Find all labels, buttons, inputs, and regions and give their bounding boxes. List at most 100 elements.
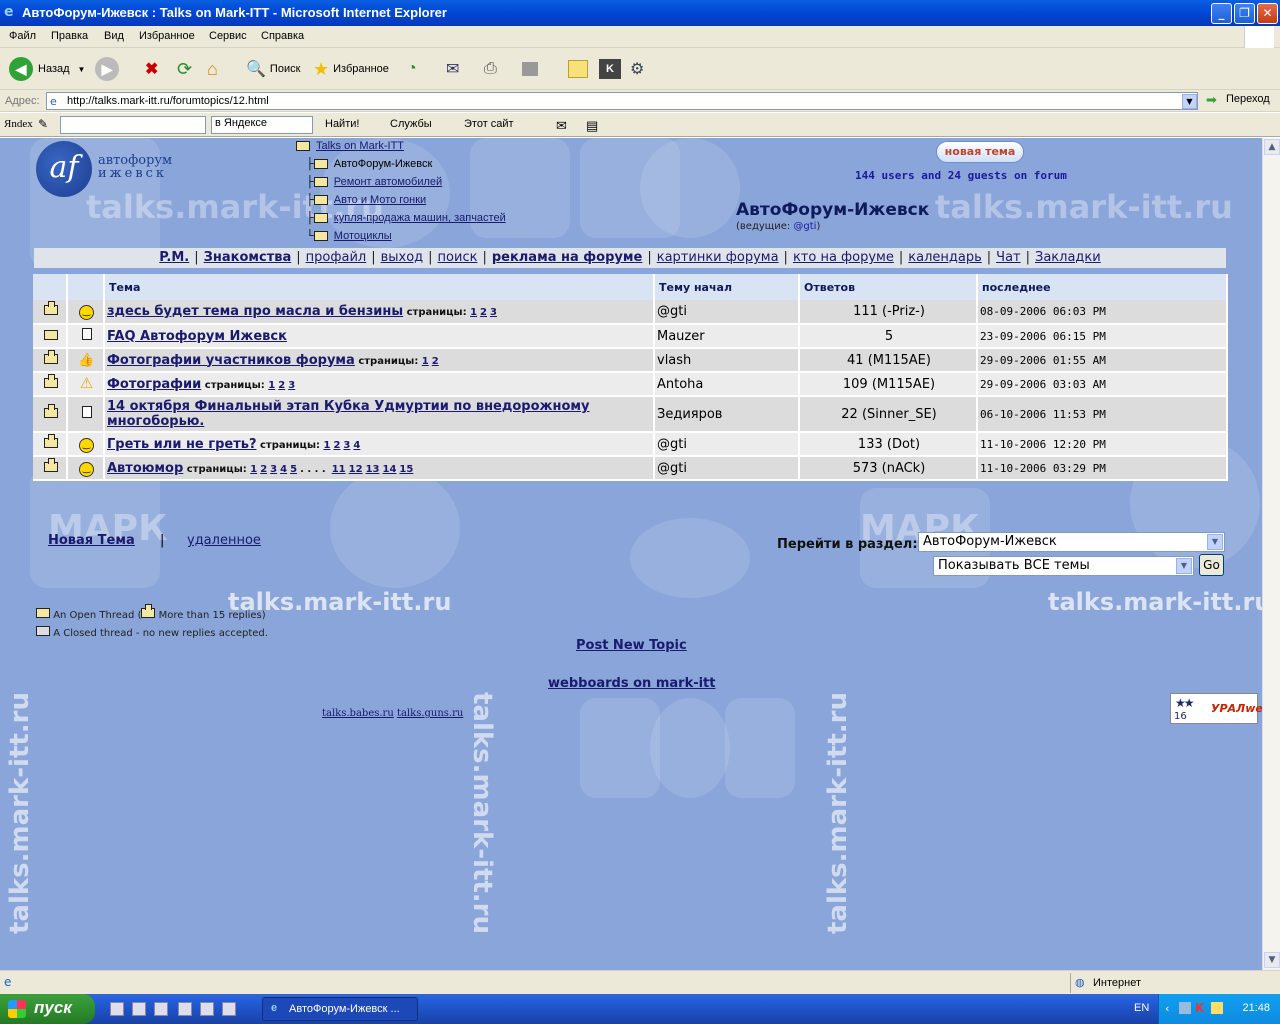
- forum-jump-select[interactable]: АвтоФорум-Ижевск ▼: [918, 532, 1225, 552]
- menu-tools[interactable]: Сервис: [209, 30, 247, 42]
- page-link[interactable]: 1: [470, 307, 477, 318]
- thread-link[interactable]: 14 октября Финальный этап Кубка Удмуртии…: [107, 399, 590, 429]
- nav-link[interactable]: P.M.: [159, 250, 189, 265]
- thread-link[interactable]: Автоюмор: [107, 461, 183, 476]
- page-link[interactable]: 4: [353, 440, 360, 451]
- nav-link[interactable]: Знакомства: [204, 250, 292, 265]
- tree-item-link[interactable]: Мотоциклы: [334, 230, 392, 242]
- favorites-button[interactable]: ★ Избранное: [313, 56, 389, 82]
- back-dropdown-icon[interactable]: ▼: [78, 65, 86, 74]
- page-link[interactable]: 3: [343, 440, 350, 451]
- home-button[interactable]: ⌂: [207, 56, 218, 82]
- topics-filter-select[interactable]: Показывать ВСЕ темы ▼: [933, 556, 1194, 576]
- page-link[interactable]: 3: [270, 464, 277, 475]
- quicklaunch-icon[interactable]: [178, 1002, 192, 1016]
- page-link[interactable]: 1: [268, 380, 275, 391]
- tray-icon[interactable]: [1211, 1002, 1223, 1014]
- page-link[interactable]: 15: [399, 464, 413, 475]
- menu-file[interactable]: Файл: [9, 30, 36, 42]
- quicklaunch-icon[interactable]: [132, 1002, 146, 1016]
- menu-favorites[interactable]: Избранное: [139, 30, 195, 42]
- refresh-button[interactable]: ⟳: [177, 56, 192, 82]
- page-link[interactable]: 2: [480, 307, 487, 318]
- history-button[interactable]: ◔: [407, 56, 417, 82]
- quicklaunch-icon[interactable]: [154, 1002, 168, 1016]
- quicklaunch-icon[interactable]: [200, 1002, 214, 1016]
- page-link[interactable]: 1: [323, 440, 330, 451]
- address-dropdown-icon[interactable]: ▼: [1182, 94, 1197, 109]
- nav-link[interactable]: профайл: [306, 250, 367, 265]
- print-button[interactable]: ⎙: [484, 56, 497, 82]
- thread-link[interactable]: Фотографии участников форума: [107, 353, 355, 368]
- stop-button[interactable]: ✖: [145, 56, 158, 82]
- start-button[interactable]: пуск: [0, 994, 95, 1024]
- tray-arrow-icon[interactable]: ‹: [1165, 1002, 1169, 1015]
- webboards-link[interactable]: webboards on mark-itt: [548, 676, 716, 691]
- tree-item-link[interactable]: купля-продажа машин, запчастей: [334, 212, 506, 224]
- babes-link[interactable]: talks.babes.ru: [322, 708, 394, 719]
- page-link[interactable]: 1: [250, 464, 257, 475]
- nav-link[interactable]: Чат: [996, 250, 1020, 265]
- page-link[interactable]: 12: [349, 464, 363, 475]
- page-link[interactable]: 1: [422, 356, 429, 367]
- address-input[interactable]: http://talks.mark-itt.ru/forumtopics/12.…: [46, 92, 1198, 110]
- tree-item-link[interactable]: Ремонт автомобилей: [334, 176, 442, 188]
- maximize-button[interactable]: ❐: [1234, 3, 1255, 24]
- edit-button[interactable]: [522, 56, 538, 82]
- page-link[interactable]: 2: [432, 356, 439, 367]
- k-tray-icon[interactable]: K: [1195, 1001, 1204, 1015]
- post-new-topic-link[interactable]: Post New Topic: [576, 638, 687, 653]
- menu-view[interactable]: Вид: [104, 30, 124, 42]
- forum-logo-icon[interactable]: af: [36, 141, 92, 197]
- yandex-mail-icon[interactable]: ✉: [556, 118, 567, 134]
- k-button[interactable]: K: [599, 56, 621, 82]
- nav-link[interactable]: кто на форуме: [793, 250, 894, 265]
- page-link[interactable]: 5: [290, 464, 297, 475]
- yandex-settings-icon[interactable]: ✎: [38, 117, 48, 131]
- mail-button[interactable]: ✉: [446, 56, 459, 82]
- go-button[interactable]: Go: [1199, 554, 1224, 576]
- close-button[interactable]: ✕: [1257, 3, 1278, 24]
- yandex-find-button[interactable]: Найти!: [325, 118, 359, 130]
- menu-help[interactable]: Справка: [261, 30, 304, 42]
- nav-link[interactable]: Закладки: [1035, 250, 1101, 265]
- menu-edit[interactable]: Правка: [51, 30, 88, 42]
- new-topic-image-button[interactable]: новая тема: [936, 141, 1024, 163]
- minimize-button[interactable]: _: [1211, 3, 1232, 24]
- yandex-this-site-button[interactable]: Этот сайт: [464, 118, 514, 130]
- page-link[interactable]: 14: [382, 464, 396, 475]
- nav-link[interactable]: календарь: [908, 250, 982, 265]
- nav-link[interactable]: картинки форума: [657, 250, 779, 265]
- page-link[interactable]: 13: [366, 464, 380, 475]
- nav-link[interactable]: реклама на форуме: [492, 250, 643, 265]
- yandex-services-button[interactable]: Службы: [390, 118, 432, 130]
- yandex-scope-select[interactable]: в Яндексе: [211, 116, 313, 134]
- quicklaunch-icon[interactable]: [110, 1002, 124, 1016]
- thread-link[interactable]: Фотографии: [107, 377, 201, 392]
- nav-link[interactable]: поиск: [438, 250, 478, 265]
- page-link[interactable]: 2: [278, 380, 285, 391]
- deleted-link[interactable]: удаленное: [187, 533, 261, 548]
- forward-button[interactable]: ▶: [95, 56, 119, 82]
- notes-button[interactable]: [568, 56, 588, 82]
- go-button[interactable]: Переход: [1226, 93, 1270, 105]
- page-link[interactable]: 2: [333, 440, 340, 451]
- page-link[interactable]: 3: [490, 307, 497, 318]
- back-button[interactable]: ◀ Назад ▼: [9, 56, 85, 82]
- yandex-notes-icon[interactable]: ▤: [586, 118, 598, 134]
- page-link[interactable]: 4: [280, 464, 287, 475]
- page-link[interactable]: 2: [260, 464, 267, 475]
- thread-link[interactable]: FAQ Автофорум Ижевск: [107, 329, 287, 344]
- new-topic-link[interactable]: Новая Тема: [48, 533, 135, 548]
- taskbar-ie-window[interactable]: e АвтоФорум-Ижевск ...: [262, 997, 418, 1021]
- thread-link[interactable]: здесь будет тема про масла и бензины: [107, 304, 403, 319]
- uralweb-counter[interactable]: ★★ 16 УРАЛweb: [1170, 693, 1262, 724]
- guns-link[interactable]: talks.guns.ru: [397, 708, 463, 719]
- scroll-down-icon[interactable]: ▼: [1264, 952, 1280, 968]
- page-link[interactable]: 3: [288, 380, 295, 391]
- network-icon[interactable]: [1179, 1002, 1191, 1014]
- tree-root-link[interactable]: Talks on Mark-ITT: [316, 140, 404, 152]
- yandex-search-input[interactable]: [60, 116, 206, 134]
- tools-button[interactable]: ⚙: [630, 56, 644, 82]
- search-button[interactable]: 🔍 Поиск: [246, 56, 300, 82]
